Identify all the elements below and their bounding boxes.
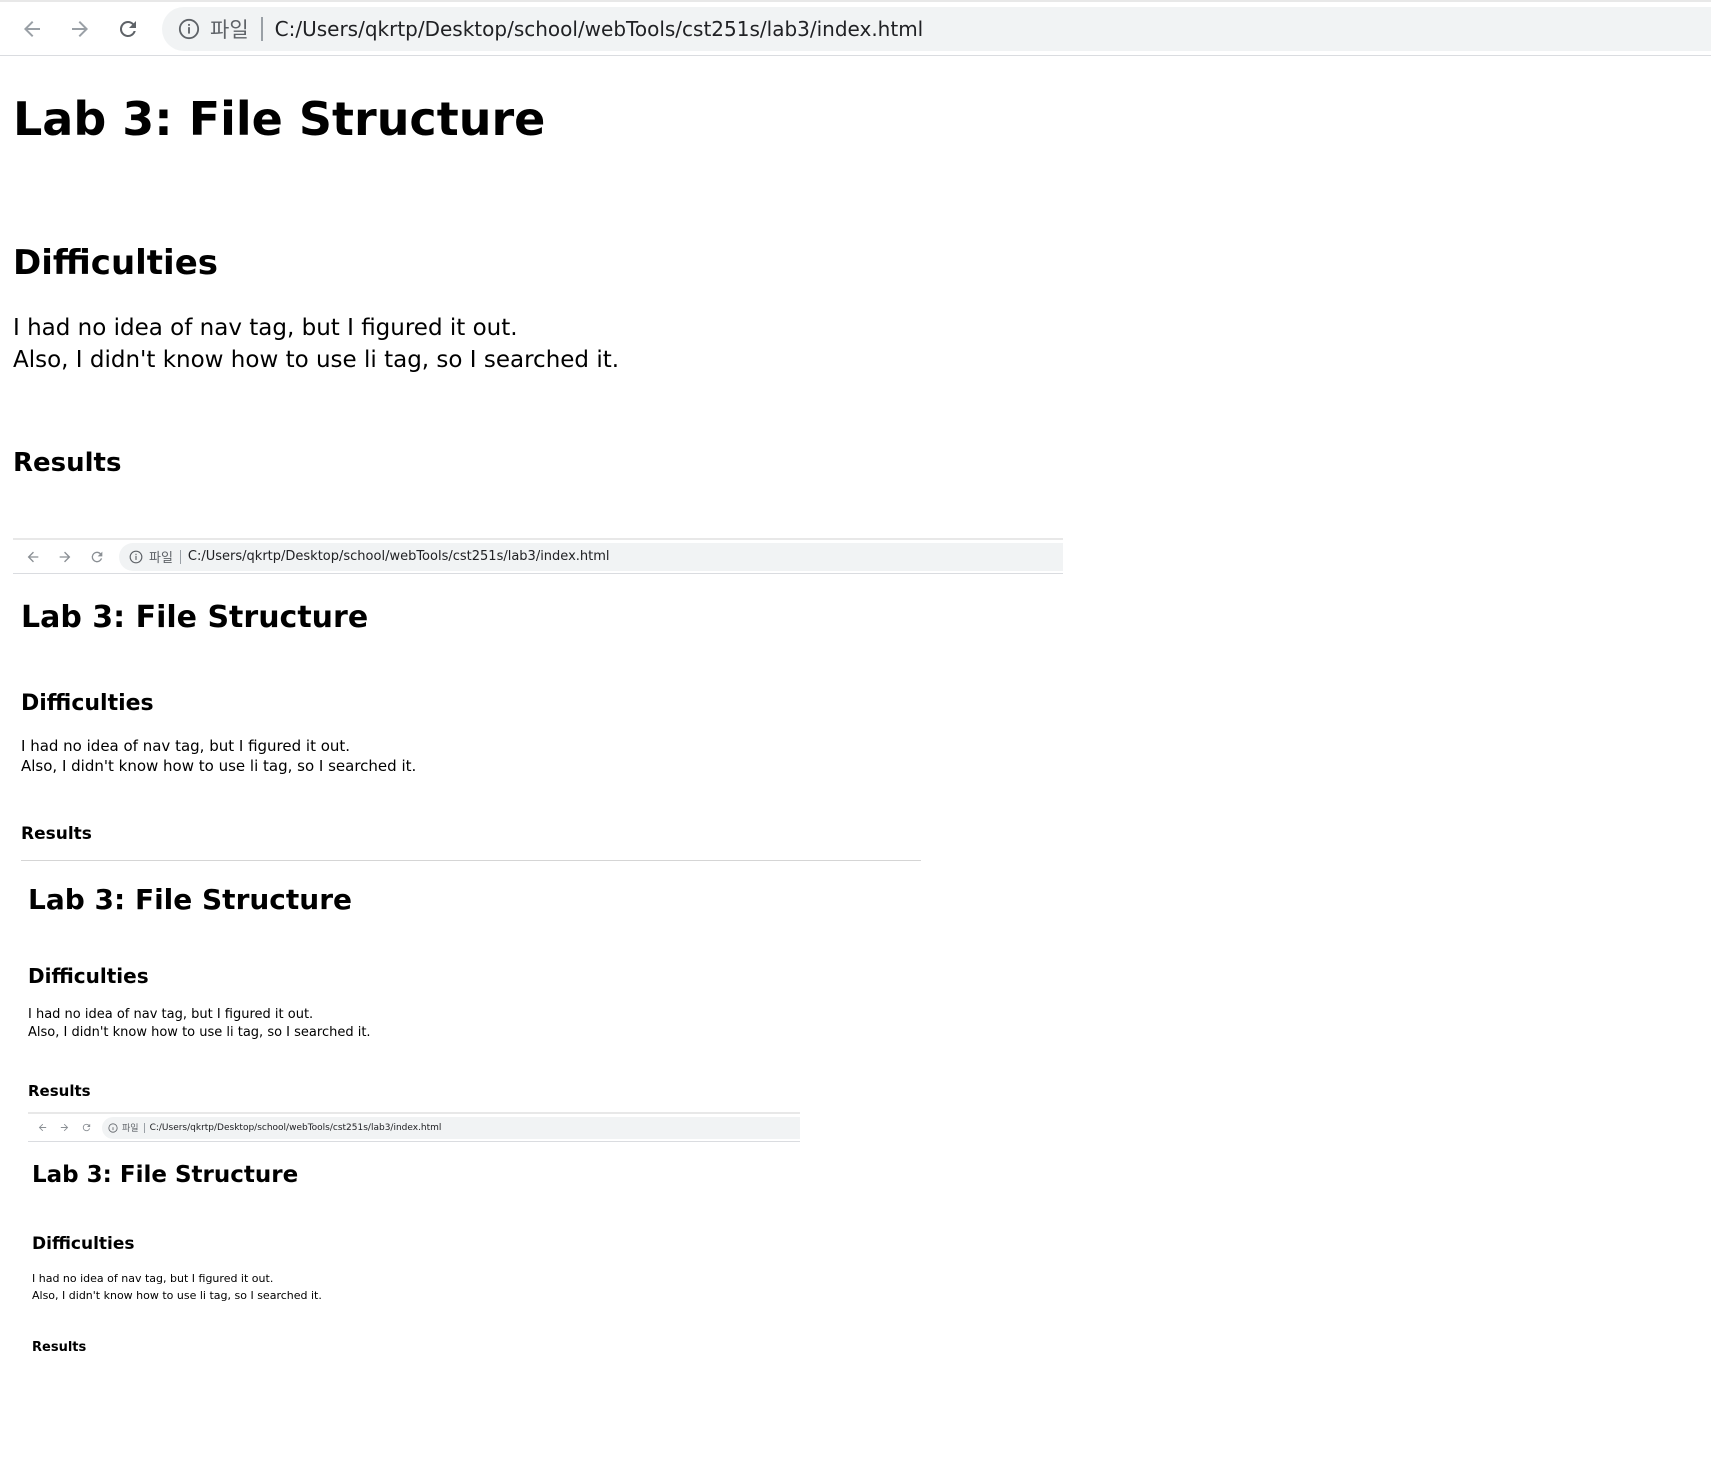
screenshot-omnibox-divider <box>179 549 181 564</box>
screenshot-info-icon <box>129 550 143 564</box>
info-icon[interactable] <box>178 18 200 40</box>
reload-button[interactable] <box>108 9 148 49</box>
deep-nested-difficulties-line-2: Also, I didn't know how to use li tag, s… <box>32 1289 322 1302</box>
nested-forward-icon <box>56 1120 72 1136</box>
nested-reload-icon <box>78 1120 94 1136</box>
results-screenshot: 파일 C:/Users/qkrtp/Desktop/school/webTool… <box>13 538 1063 1355</box>
difficulties-text: I had no idea of nav tag, but I figured … <box>13 312 1711 376</box>
screenshot-difficulties-heading: Difficulties <box>21 691 154 716</box>
results-heading: Results <box>13 447 122 478</box>
omnibox-divider <box>260 16 263 41</box>
nested-difficulties-line-1: I had no idea of nav tag, but I figured … <box>28 1007 314 1022</box>
difficulties-line-1: I had no idea of nav tag, but I figured … <box>13 314 518 341</box>
screenshot-difficulties-line-1: I had no idea of nav tag, but I figured … <box>21 737 351 755</box>
deep-nested-difficulties-text: I had no idea of nav tag, but I figured … <box>32 1270 1063 1304</box>
back-button[interactable] <box>12 9 52 49</box>
screenshot-scheme-label: 파일 <box>149 551 173 566</box>
deep-nested-results-heading: Results <box>32 1340 87 1355</box>
screenshot-difficulties-line-2: Also, I didn't know how to use li tag, s… <box>21 757 417 775</box>
nested-address-bar: 파일 C:/Users/qkrtp/Desktop/school/webTool… <box>102 1116 800 1139</box>
screenshot-back-icon <box>21 545 45 569</box>
screenshot-toolbar: 파일 C:/Users/qkrtp/Desktop/school/webTool… <box>13 538 1063 574</box>
arrow-right-icon <box>72 20 88 37</box>
screenshot-results-heading: Results <box>21 824 92 844</box>
screenshot-address-bar: 파일 C:/Users/qkrtp/Desktop/school/webTool… <box>119 542 1063 571</box>
nested-url-text: C:/Users/qkrtp/Desktop/school/webTools/c… <box>149 1122 442 1133</box>
screenshot-divider <box>21 860 921 861</box>
reload-icon <box>119 20 136 37</box>
nested-page-title: Lab 3: File Structure <box>28 883 353 916</box>
url-text[interactable]: C:/Users/qkrtp/Desktop/school/webTools/c… <box>275 17 924 41</box>
screenshot-reload-icon <box>85 545 109 569</box>
address-bar[interactable]: 파일 C:/Users/qkrtp/Desktop/school/webTool… <box>162 6 1711 51</box>
browser-toolbar: 파일 C:/Users/qkrtp/Desktop/school/webTool… <box>0 0 1711 56</box>
nested-scheme-label: 파일 <box>122 1124 139 1134</box>
difficulties-line-2: Also, I didn't know how to use li tag, s… <box>13 346 620 373</box>
nested-toolbar: 파일 C:/Users/qkrtp/Desktop/school/webTool… <box>28 1112 800 1142</box>
nested-back-icon <box>34 1120 50 1136</box>
deep-nested-difficulties-line-1: I had no idea of nav tag, but I figured … <box>32 1272 274 1285</box>
forward-button[interactable] <box>60 9 100 49</box>
page-title: Lab 3: File Structure <box>13 92 546 146</box>
nested-difficulties-heading: Difficulties <box>28 964 149 988</box>
nested-results-heading: Results <box>28 1082 91 1100</box>
nested-difficulties-text: I had no idea of nav tag, but I figured … <box>28 1006 1063 1042</box>
difficulties-heading: Difficulties <box>13 243 219 284</box>
scheme-label: 파일 <box>210 17 249 42</box>
arrow-left-icon <box>24 20 40 37</box>
page-content: Lab 3: File Structure Difficulties I had… <box>0 56 1711 478</box>
screenshot-forward-icon <box>53 545 77 569</box>
nested-omnibox-divider <box>143 1122 145 1133</box>
screenshot-url-text: C:/Users/qkrtp/Desktop/school/webTools/c… <box>187 549 610 564</box>
deep-nested-page-title: Lab 3: File Structure <box>32 1162 299 1188</box>
nested-difficulties-line-2: Also, I didn't know how to use li tag, s… <box>28 1025 371 1040</box>
nested-info-icon <box>108 1122 118 1133</box>
screenshot-page-title: Lab 3: File Structure <box>21 600 369 635</box>
screenshot-difficulties-text: I had no idea of nav tag, but I figured … <box>21 736 1063 776</box>
deep-nested-difficulties-heading: Difficulties <box>32 1234 135 1254</box>
